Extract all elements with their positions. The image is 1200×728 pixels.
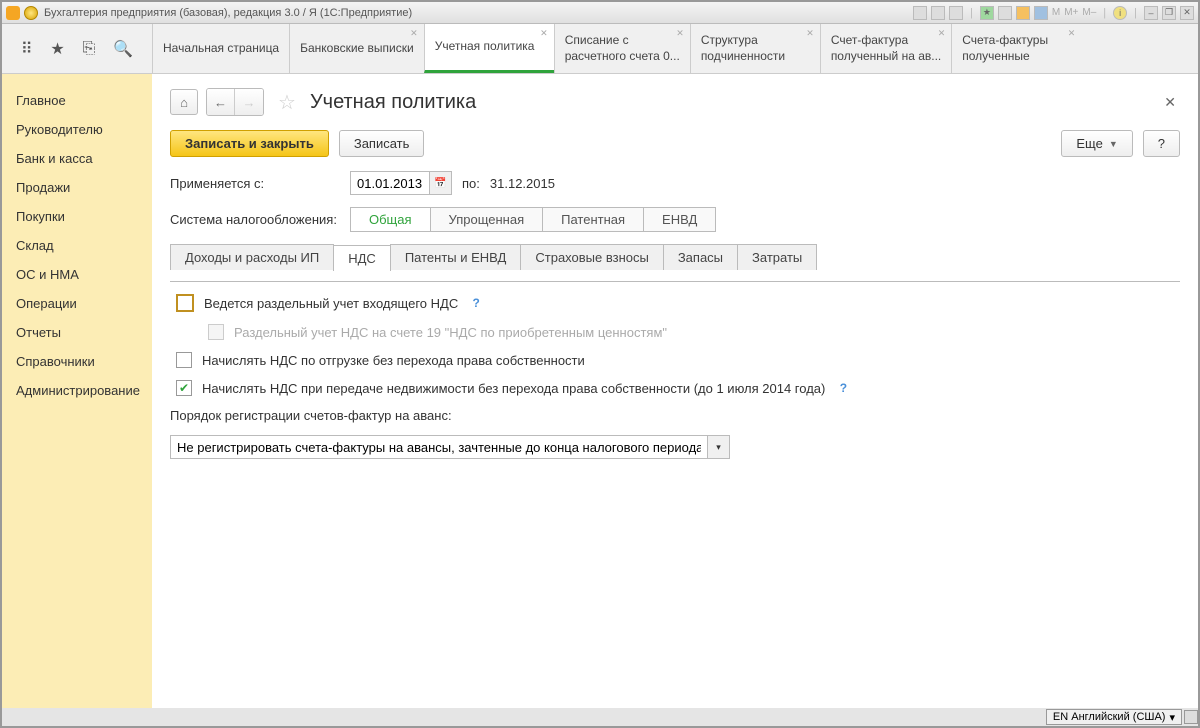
tab-close-icon[interactable]: ✕ [806, 28, 814, 40]
tab-policy[interactable]: Учетная политика✕ [424, 24, 554, 73]
history-icon[interactable]: ⎘ [83, 40, 96, 58]
date-from-input[interactable] [350, 171, 430, 195]
statusbar: EN Английский (США)▾ [1046, 708, 1198, 726]
checkbox-vat-realestate[interactable]: ✔ [176, 380, 192, 396]
advance-dropdown[interactable] [170, 435, 708, 459]
sidebar-item-warehouse[interactable]: Склад [2, 231, 152, 260]
toolbar-icon-1[interactable] [913, 6, 927, 20]
chevron-down-icon: ▼ [1109, 139, 1118, 149]
more-button[interactable]: Еще▼ [1061, 130, 1132, 157]
search-icon[interactable]: 🔍 [113, 39, 133, 59]
sidebar-item-manager[interactable]: Руководителю [2, 115, 152, 144]
tab-invoices[interactable]: Счета-фактуры полученные✕ [951, 24, 1081, 73]
sidebar-item-assets[interactable]: ОС и НМА [2, 260, 152, 289]
tax-option-general[interactable]: Общая [351, 208, 431, 231]
checkbox-separate-vat[interactable] [176, 294, 194, 312]
sidebar-item-reports[interactable]: Отчеты [2, 318, 152, 347]
home-button[interactable]: ⌂ [170, 89, 198, 115]
sidebar-item-refs[interactable]: Справочники [2, 347, 152, 376]
help-button[interactable]: ? [1143, 130, 1180, 157]
tab-close-icon[interactable]: ✕ [1068, 28, 1076, 40]
subtab-stock[interactable]: Запасы [663, 244, 738, 270]
toolbar-icon-3[interactable] [949, 6, 963, 20]
subtab-income[interactable]: Доходы и расходы ИП [170, 244, 334, 270]
toolbar-icon-fav[interactable]: ★ [980, 6, 994, 20]
scroll-down-icon[interactable] [1184, 710, 1198, 724]
window-title: Бухгалтерия предприятия (базовая), редак… [44, 7, 913, 19]
toolbar-icon-calc[interactable] [1016, 6, 1030, 20]
checkbox-label: Раздельный учет НДС на счете 19 "НДС по … [234, 325, 667, 340]
subtab-patents[interactable]: Патенты и ЕНВД [390, 244, 522, 270]
tab-home[interactable]: Начальная страница [152, 24, 289, 73]
sidebar-item-bank[interactable]: Банк и касса [2, 144, 152, 173]
tab-invoice-in[interactable]: Счет-фактура полученный на ав...✕ [820, 24, 951, 73]
tab-close-icon[interactable]: ✕ [410, 28, 418, 40]
tax-option-patent[interactable]: Патентная [543, 208, 644, 231]
apps-icon[interactable]: ⠿ [21, 39, 33, 59]
subtab-costs[interactable]: Затраты [737, 244, 817, 270]
chevron-down-icon[interactable]: ▾ [708, 435, 730, 459]
nav-circle-icon[interactable] [24, 6, 38, 20]
toolbar-icon-2[interactable] [931, 6, 945, 20]
to-label: по: [462, 176, 480, 191]
memory-mminus[interactable]: M– [1082, 7, 1096, 18]
back-button[interactable]: ← [207, 89, 235, 115]
titlebar: Бухгалтерия предприятия (базовая), редак… [2, 2, 1198, 24]
toolbar-icon-4[interactable] [998, 6, 1012, 20]
checkbox-vat-19 [208, 324, 224, 340]
tab-writeoff[interactable]: Списание с расчетного счета 0...✕ [554, 24, 690, 73]
date-picker-icon[interactable]: 📅 [430, 171, 452, 195]
close-page-icon[interactable]: ✕ [1160, 90, 1180, 115]
tax-option-envd[interactable]: ЕНВД [644, 208, 715, 231]
save-close-button[interactable]: Записать и закрыть [170, 130, 329, 157]
maximize-icon[interactable]: ❐ [1162, 6, 1176, 20]
sidebar-item-sales[interactable]: Продажи [2, 173, 152, 202]
sidebar-item-admin[interactable]: Администрирование [2, 376, 152, 405]
favorite-star-icon[interactable]: ☆ [278, 90, 296, 115]
close-window-icon[interactable]: ✕ [1180, 6, 1194, 20]
help-icon[interactable]: ? [835, 380, 851, 396]
minimize-icon[interactable]: – [1144, 6, 1158, 20]
tab-close-icon[interactable]: ✕ [540, 28, 548, 40]
save-button[interactable]: Записать [339, 130, 425, 157]
memory-m[interactable]: M [1052, 7, 1060, 18]
memory-mplus[interactable]: M+ [1064, 7, 1078, 18]
checkbox-vat-shipment[interactable] [176, 352, 192, 368]
info-icon[interactable]: i [1113, 6, 1127, 20]
advance-label: Порядок регистрации счетов-фактур на ава… [170, 408, 452, 423]
page-title: Учетная политика [310, 91, 1152, 114]
forward-button[interactable]: → [235, 89, 263, 115]
tab-structure[interactable]: Структура подчиненности✕ [690, 24, 820, 73]
tab-close-icon[interactable]: ✕ [938, 28, 946, 40]
tab-bank[interactable]: Банковские выписки✕ [289, 24, 424, 73]
subtab-nds[interactable]: НДС [333, 245, 391, 271]
applies-from-label: Применяется с: [170, 176, 340, 191]
star-icon[interactable]: ★ [50, 39, 64, 59]
chevron-down-icon: ▾ [1169, 711, 1175, 724]
language-indicator[interactable]: EN Английский (США)▾ [1046, 709, 1182, 725]
app-logo-icon [6, 6, 20, 20]
subtab-insurance[interactable]: Страховые взносы [520, 244, 663, 270]
tax-system-toggle: Общая Упрощенная Патентная ЕНВД [350, 207, 716, 232]
tax-option-simplified[interactable]: Упрощенная [431, 208, 544, 231]
sidebar: Главное Руководителю Банк и касса Продаж… [2, 74, 152, 708]
content: ⌂ ← → ☆ Учетная политика ✕ Записать и за… [152, 74, 1198, 708]
sidebar-item-purchases[interactable]: Покупки [2, 202, 152, 231]
date-to-value: 31.12.2015 [490, 176, 555, 191]
tab-close-icon[interactable]: ✕ [676, 28, 684, 40]
help-icon[interactable]: ? [468, 295, 484, 311]
tax-system-label: Система налогообложения: [170, 212, 340, 227]
toolbar-icon-cal[interactable] [1034, 6, 1048, 20]
checkbox-label: Начислять НДС по отгрузке без перехода п… [202, 353, 585, 368]
sidebar-item-operations[interactable]: Операции [2, 289, 152, 318]
checkbox-label: Начислять НДС при передаче недвижимости … [202, 381, 825, 396]
checkbox-label: Ведется раздельный учет входящего НДС [204, 296, 458, 311]
sidebar-item-main[interactable]: Главное [2, 86, 152, 115]
app-tabs: ⠿ ★ ⎘ 🔍 Начальная страница Банковские вы… [2, 24, 1198, 74]
subtabs: Доходы и расходы ИП НДС Патенты и ЕНВД С… [170, 244, 1180, 270]
